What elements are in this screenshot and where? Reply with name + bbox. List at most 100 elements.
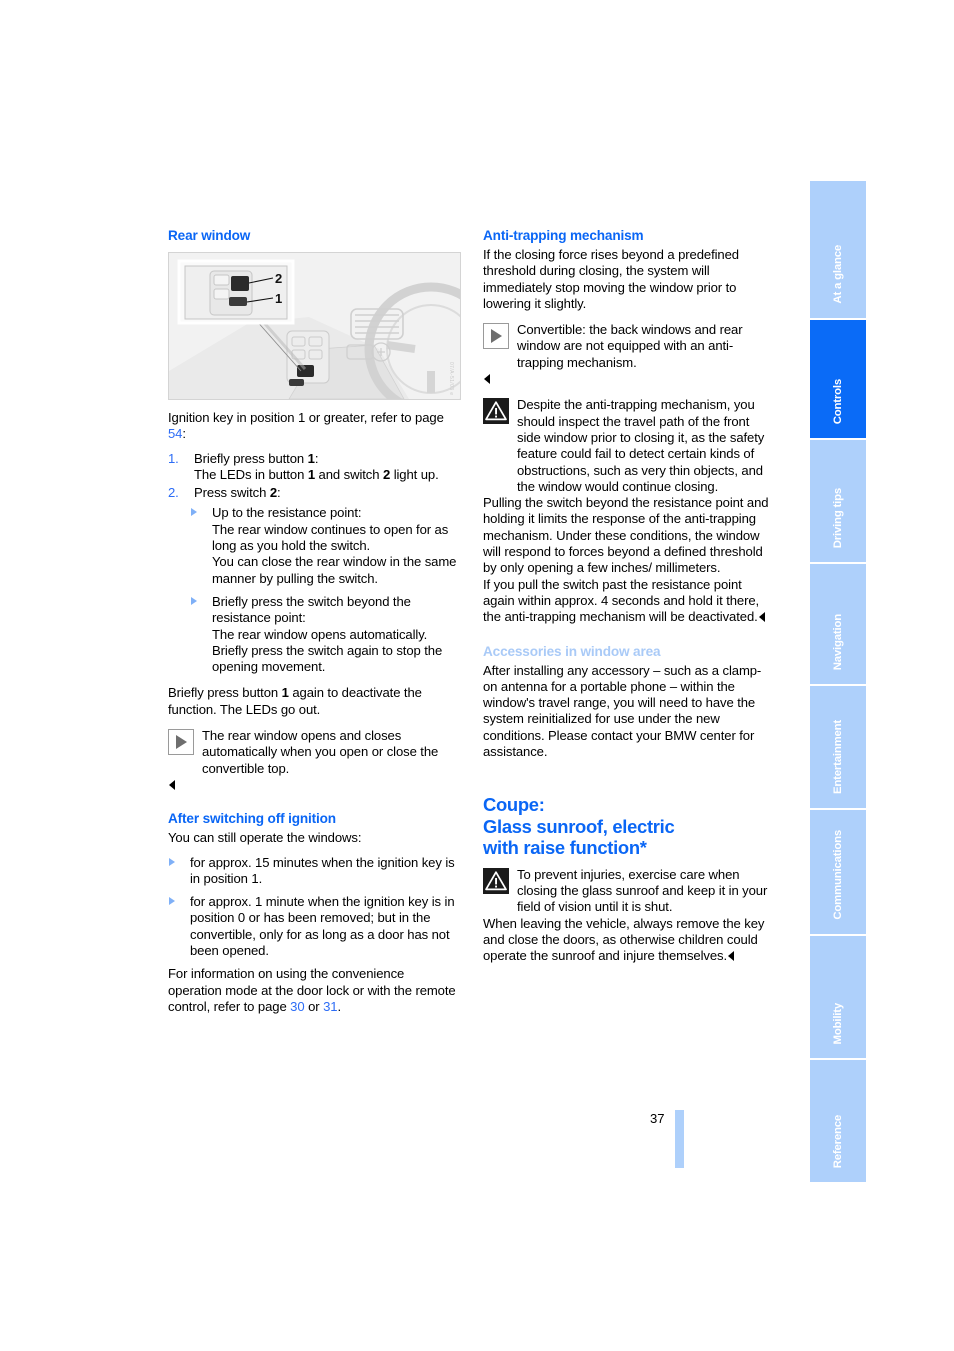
step-1-line2-e: light up. (390, 466, 439, 482)
substep-1-text: Up to the resistance point: The rear win… (212, 505, 457, 586)
svg-text:1: 1 (275, 291, 282, 306)
sunroof-warning-text-2-wrap: When leaving the vehicle, always remove … (483, 916, 774, 965)
warning-glyph (485, 401, 507, 421)
page-number-bar (675, 1110, 684, 1168)
sidebar-item-controls[interactable]: Controls (810, 320, 866, 438)
sidebar-item-label: Communications (832, 830, 844, 920)
sidebar-item-entertainment[interactable]: Entertainment (810, 686, 866, 808)
right-column: Anti-trapping mechanism If the closing f… (483, 228, 774, 965)
intro-suffix: : (182, 426, 186, 442)
warning-block-sunroof: To prevent injuries, exercise care when … (483, 867, 774, 965)
warning-block-anti-trapping: Despite the anti-trapping mechanism, you… (483, 397, 774, 625)
step-2: 2. Press switch 2: (168, 485, 459, 501)
bullet-1-text: for approx. 15 minutes when the ignition… (190, 854, 455, 886)
sidebar-item-at-a-glance[interactable]: At a glance (810, 181, 866, 318)
step-1-line2-a: The LEDs in button (194, 466, 308, 482)
sidebar-item-label: Mobility (832, 1002, 844, 1044)
warning-text-wrap: To prevent injuries, exercise care when … (483, 867, 774, 965)
sidebar-item-reference[interactable]: Reference (810, 1060, 866, 1182)
note-block-convertible-top: The rear window opens and closes automat… (168, 728, 459, 793)
section-heading-anti-trapping: Anti-trapping mechanism (483, 228, 644, 243)
closing-paragraph: For information on using the convenience… (168, 966, 459, 1015)
warning-triangle-icon (483, 398, 509, 425)
end-marker-icon (169, 779, 175, 790)
figure-code: 07/A-51/03 e (448, 361, 454, 395)
end-marker-icon (758, 612, 765, 623)
deactivate-bold: 1 (281, 685, 289, 701)
step-1-text-c: : (314, 450, 319, 466)
list-item: Up to the resistance point: The rear win… (190, 505, 459, 586)
title-line-2: Glass sunroof, electric (483, 815, 675, 837)
title-line-1: Coupe: (483, 794, 545, 816)
warning-glyph (485, 871, 507, 891)
sidebar-item-label: At a glance (832, 245, 844, 304)
end-marker-icon (728, 951, 735, 962)
note-text: Convertible: the back windows and rear w… (517, 322, 743, 370)
page-number: 37 (650, 1111, 665, 1126)
sidebar-item-label: Entertainment (832, 720, 844, 794)
closing-mid: or (304, 998, 324, 1014)
list-item: Briefly press the switch beyond the resi… (190, 594, 459, 675)
sidebar-item-communications[interactable]: Communications (810, 810, 866, 934)
manual-page: Rear window 2 1 07/A-51/03 e Ignition ke… (0, 0, 954, 1351)
step-2-bold-1: 2 (269, 485, 278, 501)
warning-text-2: Pulling the switch beyond the resistance… (483, 495, 769, 576)
note-triangle-icon (483, 323, 509, 350)
step-1-line2-c: and switch (315, 466, 383, 482)
sidebar-item-navigation[interactable]: Navigation (810, 564, 866, 684)
triangle-bullet-icon (191, 596, 197, 605)
note-text-wrap: Convertible: the back windows and rear w… (483, 322, 774, 387)
list-item: for approx. 1 minute when the ignition k… (168, 894, 459, 959)
section-heading-accessories: Accessories in window area (483, 643, 661, 659)
note-triangle-icon (168, 729, 194, 756)
chapter-tab-sidebar: At a glance Controls Driving tips Naviga… (810, 181, 866, 1184)
deactivate-paragraph: Briefly press button 1 again to deactiva… (168, 685, 459, 718)
page-title: Coupe: Glass sunroof, electric with rais… (483, 794, 774, 859)
page-reference-31[interactable]: 31 (323, 999, 337, 1014)
substep-2-text: Briefly press the switch beyond the resi… (212, 593, 443, 675)
deactivate-a: Briefly press button (168, 685, 282, 701)
figure-door-switch-panel: 2 1 07/A-51/03 e (168, 252, 461, 400)
sunroof-warning-text-1: To prevent injuries, exercise care when … (517, 866, 768, 915)
step-2-text-c: : (277, 485, 281, 501)
note-text-wrap: The rear window opens and closes automat… (168, 728, 459, 793)
step-2-text-a: Press switch (194, 485, 270, 501)
note-block-convertible: Convertible: the back windows and rear w… (483, 322, 774, 387)
step-1-text-a: Briefly press button (194, 450, 308, 466)
intro-paragraph: Ignition key in position 1 or greater, r… (168, 410, 459, 443)
sidebar-item-label: Reference (832, 1114, 844, 1168)
bullet-2-text: for approx. 1 minute when the ignition k… (190, 894, 455, 959)
anti-trapping-paragraph: If the closing force rises beyond a pred… (483, 247, 739, 311)
section-heading-after-switching-off-ignition: After switching off ignition (168, 811, 336, 827)
step-1-bold-2: 1 (307, 466, 316, 482)
left-column: Rear window 2 1 07/A-51/03 e Ignition ke… (168, 228, 461, 1015)
warning-text-3: If you pull the switch past the resistan… (483, 576, 760, 625)
sidebar-item-label: Controls (832, 378, 844, 424)
sunroof-warning-text-2: When leaving the vehicle, always remove … (483, 915, 765, 964)
warning-text-1: Despite the anti-trapping mechanism, you… (517, 397, 765, 494)
triangle-bullet-icon (169, 857, 175, 866)
after-ignition-bullets: for approx. 15 minutes when the ignition… (168, 855, 459, 960)
step-1: 1. Briefly press button 1: The LEDs in b… (168, 451, 459, 484)
substep-list: Up to the resistance point: The rear win… (190, 505, 459, 675)
numbered-steps: 1. Briefly press button 1: The LEDs in b… (168, 451, 459, 502)
warning-triangle-icon (483, 867, 509, 894)
closing-end: . (337, 998, 341, 1014)
warning-text-3-wrap: If you pull the switch past the resistan… (483, 577, 774, 626)
sidebar-item-driving-tips[interactable]: Driving tips (810, 440, 866, 562)
step-2-number: 2. (168, 485, 179, 501)
page-reference-30[interactable]: 30 (290, 999, 304, 1014)
title-line-3: with raise function* (483, 837, 647, 859)
page-reference-54[interactable]: 54 (168, 426, 182, 441)
warning-text-wrap: Despite the anti-trapping mechanism, you… (483, 397, 774, 625)
step-1-number: 1. (168, 450, 179, 466)
accessories-paragraph: After installing any accessory – such as… (483, 662, 762, 760)
sidebar-item-label: Navigation (832, 613, 844, 670)
sidebar-item-mobility[interactable]: Mobility (810, 936, 866, 1058)
triangle-bullet-icon (169, 897, 175, 906)
triangle-bullet-icon (191, 508, 197, 517)
svg-text:2: 2 (275, 271, 282, 286)
intro-prefix: Ignition key in position 1 or greater, r… (168, 410, 444, 425)
figure-illustration: 2 1 (169, 253, 460, 399)
note-text: The rear window opens and closes automat… (202, 728, 439, 776)
